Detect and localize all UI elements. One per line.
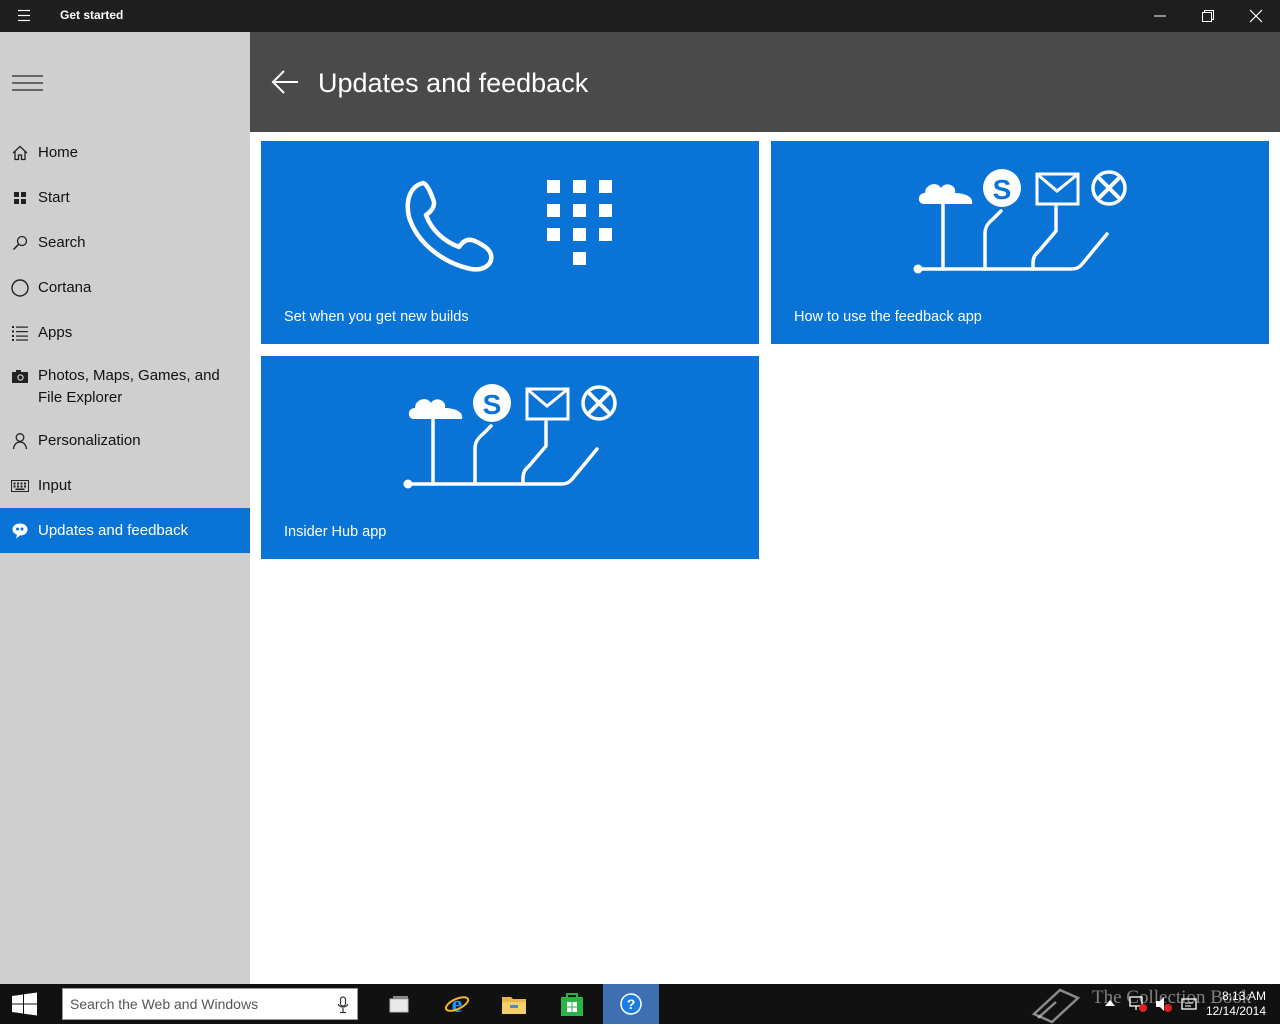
list-icon	[10, 323, 30, 343]
book-watermark-icon	[1031, 988, 1081, 1024]
svg-text:?: ?	[627, 996, 636, 1012]
task-view-button[interactable]	[371, 984, 427, 1024]
sidebar-item-label: Input	[38, 476, 72, 494]
windows-logo-icon	[12, 992, 37, 1016]
sidebar-item-label: Home	[38, 143, 79, 161]
tile-caption: How to use the feedback app	[794, 309, 982, 325]
back-arrow-icon[interactable]	[270, 69, 300, 95]
sidebar-item-updates-feedback[interactable]: Updates and feedback	[0, 508, 250, 553]
folder-icon	[502, 997, 526, 1014]
sidebar-item-label: Personalization	[38, 431, 141, 449]
help-question-icon: ?	[620, 993, 642, 1015]
sidebar-item-label: Photos, Maps, Games, and File Explorer	[38, 366, 220, 406]
sidebar-item-input[interactable]: Input	[0, 463, 250, 508]
sidebar-item-home[interactable]: Home	[0, 130, 250, 175]
action-center-icon[interactable]	[1180, 996, 1198, 1012]
services-network-icon: S	[913, 169, 1127, 274]
sidebar-item-label: Apps	[38, 323, 73, 341]
sidebar-item-cortana[interactable]: Cortana	[0, 265, 250, 310]
sidebar-item-personalization[interactable]: Personalization	[0, 418, 250, 463]
sidebar-item-search[interactable]: Search	[0, 220, 250, 265]
volume-muted-icon[interactable]	[1154, 995, 1174, 1013]
tile-caption: Set when you get new builds	[284, 309, 469, 325]
sidebar-item-label: Start	[38, 188, 70, 206]
sidebar-menu-icon[interactable]	[12, 72, 44, 94]
sidebar-item-label: Search	[38, 233, 86, 251]
sidebar-item-apps[interactable]: Apps	[0, 310, 250, 355]
taskbar: e ? The Collection Book 8:13 AM 12/14/20…	[0, 984, 1280, 1024]
start-button[interactable]	[0, 984, 48, 1024]
svg-text:e: e	[452, 992, 463, 1017]
clock-time: 8:13 AM	[1221, 989, 1266, 1003]
search-input[interactable]	[63, 989, 329, 1019]
hamburger-menu-icon[interactable]	[12, 6, 36, 26]
page-header: Updates and feedback	[250, 32, 1280, 132]
sidebar-item-photos-maps-games[interactable]: Photos, Maps, Games, and File Explorer	[0, 355, 250, 418]
search-icon	[10, 233, 30, 253]
store-button[interactable]	[544, 984, 600, 1024]
svg-text:S: S	[993, 174, 1012, 205]
cortana-circle-icon	[10, 278, 30, 298]
get-started-taskbar-button[interactable]: ?	[603, 984, 659, 1024]
svg-text:S: S	[483, 389, 502, 420]
sidebar-item-label: Updates and feedback	[38, 521, 189, 539]
taskbar-search-box[interactable]	[62, 988, 358, 1020]
page-title: Updates and feedback	[318, 68, 589, 98]
start-tiles-icon	[10, 188, 30, 208]
internet-explorer-icon: e	[444, 992, 470, 1017]
show-hidden-icons-icon[interactable]	[1104, 998, 1116, 1008]
sidebar: Home Start Search Cortana Apps Photos, M…	[0, 32, 250, 984]
home-icon	[10, 143, 30, 163]
store-bag-icon	[561, 993, 583, 1016]
camera-icon	[10, 367, 30, 387]
phone-keypad-icon	[405, 180, 612, 272]
minimize-icon	[1154, 15, 1166, 17]
feedback-bubble-icon	[10, 521, 30, 541]
person-icon	[10, 431, 30, 451]
system-tray	[1100, 984, 1210, 1024]
sidebar-item-start[interactable]: Start	[0, 175, 250, 220]
close-button[interactable]	[1233, 0, 1279, 32]
tile-insider-hub[interactable]: S Insider Hub app	[261, 356, 759, 559]
close-icon	[1249, 9, 1263, 23]
tile-caption: Insider Hub app	[284, 524, 387, 540]
tile-new-builds[interactable]: Set when you get new builds	[261, 141, 759, 344]
clock-date: 12/14/2014	[1205, 1004, 1266, 1018]
insider-hub-network-icon: S	[403, 384, 617, 489]
network-icon[interactable]	[1128, 995, 1148, 1013]
task-view-icon	[389, 996, 409, 1013]
sidebar-item-label: Cortana	[38, 278, 92, 296]
title-bar: Get started	[0, 0, 1280, 32]
file-explorer-button[interactable]	[486, 984, 542, 1024]
taskbar-clock[interactable]: 8:13 AM 12/14/2014	[1206, 989, 1266, 1019]
restore-icon	[1202, 10, 1214, 22]
tile-feedback-app[interactable]: S How to use the feedback app	[771, 141, 1269, 344]
sidebar-nav: Home Start Search Cortana Apps Photos, M…	[0, 130, 250, 553]
internet-explorer-button[interactable]: e	[429, 984, 485, 1024]
window-title: Get started	[60, 8, 124, 22]
microphone-icon[interactable]	[337, 996, 349, 1018]
keyboard-icon	[10, 476, 30, 496]
minimize-button[interactable]	[1137, 0, 1183, 32]
restore-button[interactable]	[1185, 0, 1231, 32]
